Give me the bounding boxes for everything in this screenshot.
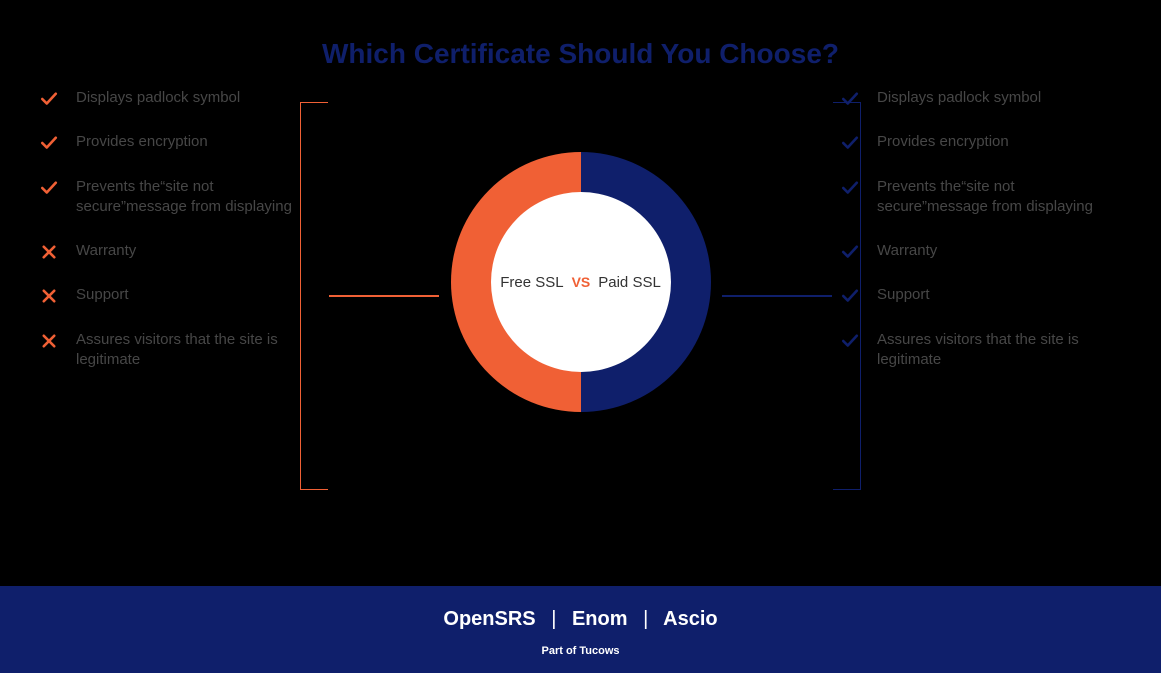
item-text: Assures visitors that the site is legiti… xyxy=(877,330,1121,371)
donut-center: Free SSL VS Paid SSL xyxy=(491,192,671,372)
comparison-content: Displays padlock symbol Provides encrypti… xyxy=(0,70,1161,560)
check-icon xyxy=(841,287,859,305)
item-text: Warranty xyxy=(76,241,136,261)
check-icon xyxy=(40,134,58,152)
list-item: Provides encryption xyxy=(841,132,1121,152)
cross-icon xyxy=(40,287,58,305)
item-text: Prevents the“site not secure”message fro… xyxy=(877,177,1121,218)
separator: | xyxy=(551,608,556,630)
vs-label: VS xyxy=(572,274,591,290)
paid-ssl-column: Displays padlock symbol Provides encrypti… xyxy=(841,88,1121,394)
list-item: Prevents the“site not secure”message fro… xyxy=(40,177,320,218)
list-item: Assures visitors that the site is legiti… xyxy=(40,330,320,371)
list-item: Prevents the“site not secure”message fro… xyxy=(841,177,1121,218)
list-item: Support xyxy=(40,285,320,305)
list-item: Warranty xyxy=(40,241,320,261)
paid-ssl-label: Paid SSL xyxy=(598,274,661,291)
cross-icon xyxy=(40,332,58,350)
free-ssl-column: Displays padlock symbol Provides encrypti… xyxy=(40,88,320,394)
list-item: Provides encryption xyxy=(40,132,320,152)
check-icon xyxy=(841,90,859,108)
left-bracket-connector xyxy=(300,102,328,490)
list-item: Assures visitors that the site is legiti… xyxy=(841,330,1121,371)
item-text: Support xyxy=(877,285,930,305)
item-text: Displays padlock symbol xyxy=(76,88,240,108)
check-icon xyxy=(40,179,58,197)
item-text: Support xyxy=(76,285,129,305)
brand-opensrs: OpenSRS xyxy=(443,608,535,630)
footer: OpenSRS | Enom | Ascio Part of Tucows xyxy=(0,586,1161,673)
brand-ascio: Ascio xyxy=(663,608,717,630)
list-item: Support xyxy=(841,285,1121,305)
check-icon xyxy=(841,179,859,197)
check-icon xyxy=(841,332,859,350)
check-icon xyxy=(841,134,859,152)
vs-donut-chart: Free SSL VS Paid SSL xyxy=(451,152,711,412)
free-ssl-label: Free SSL xyxy=(500,274,563,291)
brand-enom: Enom xyxy=(572,608,628,630)
list-item: Displays padlock symbol xyxy=(841,88,1121,108)
item-text: Assures visitors that the site is legiti… xyxy=(76,330,320,371)
tagline: Part of Tucows xyxy=(0,645,1161,657)
brand-list: OpenSRS | Enom | Ascio xyxy=(0,608,1161,631)
cross-icon xyxy=(40,243,58,261)
separator: | xyxy=(643,608,648,630)
list-item: Displays padlock symbol xyxy=(40,88,320,108)
check-icon xyxy=(40,90,58,108)
item-text: Displays padlock symbol xyxy=(877,88,1041,108)
list-item: Warranty xyxy=(841,241,1121,261)
item-text: Warranty xyxy=(877,241,937,261)
item-text: Prevents the“site not secure”message fro… xyxy=(76,177,320,218)
check-icon xyxy=(841,243,859,261)
page-title: Which Certificate Should You Choose? xyxy=(0,0,1161,70)
item-text: Provides encryption xyxy=(877,132,1009,152)
item-text: Provides encryption xyxy=(76,132,208,152)
